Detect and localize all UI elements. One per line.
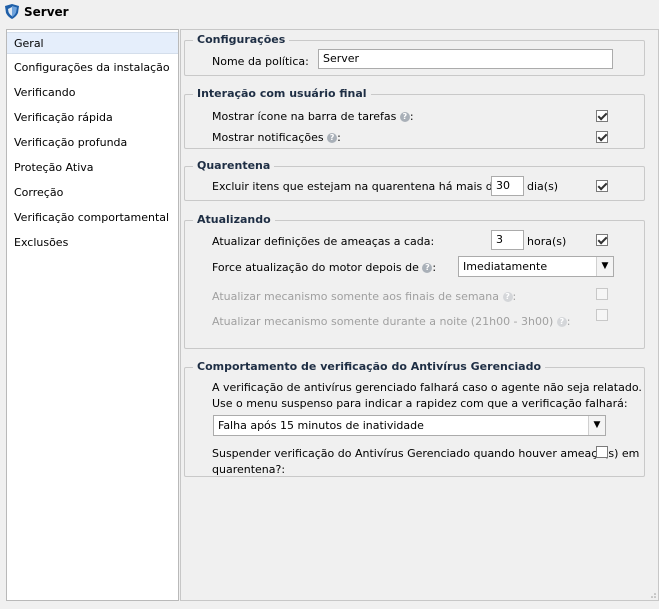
sidebar-item-geral[interactable]: Geral [7,32,178,54]
weekends-only-checkbox [596,288,608,300]
force-engine-update-label: Force atualização do motor depois de ?: [212,261,436,274]
show-tray-icon-suffix: : [409,110,414,123]
sidebar-item-verificacao-profunda[interactable]: Verificação profunda [7,132,178,154]
suspend-scan-label-line1: Suspender verificação do Antivírus Geren… [212,447,640,460]
show-tray-icon-checkbox[interactable] [596,110,608,122]
managed-av-description-line2: Use o menu suspenso para indicar a rapid… [212,397,628,410]
group-configuracoes: Configurações Nome da política: Server [184,33,645,76]
sidebar-item-verificando[interactable]: Verificando [7,82,178,104]
weekends-only-label: Atualizar mecanismo somente aos finais d… [212,290,516,303]
settings-sidebar: Geral Configurações da instalação Verifi… [6,29,179,601]
update-definitions-unit: hora(s) [527,235,567,248]
chevron-down-icon[interactable]: ▼ [588,416,605,435]
group-configuracoes-title: Configurações [193,33,290,46]
weekends-only-suffix: : [512,290,517,303]
show-notifications-suffix: : [337,131,341,144]
night-only-label: Atualizar mecanismo somente durante a no… [212,315,571,328]
force-engine-update-suffix: : [432,261,437,274]
help-icon: ? [556,317,567,327]
show-tray-icon-label: Mostrar ícone na barra de tarefas ?: [212,110,414,123]
suspend-scan-checkbox[interactable] [596,446,608,458]
window-title: Server [24,5,69,19]
help-icon[interactable]: ? [422,263,433,273]
sidebar-item-correcao[interactable]: Correção [7,182,178,204]
help-icon[interactable]: ? [327,133,338,143]
quarantine-days-input[interactable]: 30 [491,176,524,196]
shield-logo-icon [5,4,19,19]
group-interacao-title: Interação com usuário final [193,87,371,100]
night-only-suffix: : [566,315,571,328]
managed-av-description-line1: A verificação de antivírus gerenciado fa… [212,381,642,394]
help-icon[interactable]: ? [399,112,410,122]
weekends-only-text: Atualizar mecanismo somente aos finais d… [212,290,500,303]
show-notifications-checkbox[interactable] [596,131,608,143]
quarantine-days-unit: dia(s) [527,180,559,193]
force-engine-update-dropdown[interactable]: Imediatamente ▼ [458,256,614,277]
sidebar-item-configuracoes-instalacao[interactable]: Configurações da instalação [7,57,178,79]
group-interacao: Interação com usuário final Mostrar ícon… [184,87,645,149]
update-definitions-label: Atualizar definições de ameaças a cada: [212,235,435,248]
group-atualizando: Atualizando Atualizar definições de amea… [184,213,645,349]
help-icon: ? [502,292,513,302]
settings-panel: Configurações Nome da política: Server I… [180,29,659,601]
title-bar: Server [0,0,659,24]
update-definitions-hours-input[interactable]: 3 [491,230,524,250]
policy-name-label: Nome da política: [212,55,309,68]
update-definitions-checkbox[interactable] [596,234,608,246]
group-quarentena: Quarentena Excluir itens que estejam na … [184,159,645,201]
managed-av-fail-dropdown[interactable]: Falha após 15 minutos de inatividade ▼ [213,415,606,436]
sidebar-item-protecao-ativa[interactable]: Proteção Ativa [7,157,178,179]
night-only-checkbox [596,309,608,321]
group-atualizando-title: Atualizando [193,213,275,226]
chevron-down-icon[interactable]: ▼ [596,257,613,276]
resize-grip-icon[interactable] [648,590,656,598]
group-quarentena-title: Quarentena [193,159,275,172]
quarantine-exclude-label: Excluir itens que estejam na quarentena … [212,180,504,193]
show-tray-icon-text: Mostrar ícone na barra de tarefas [212,110,397,123]
policy-name-input[interactable]: Server [318,49,613,69]
group-comportamento-title: Comportamento de verificação do Antivíru… [193,360,546,373]
night-only-text: Atualizar mecanismo somente durante a no… [212,315,554,328]
force-engine-update-value: Imediatamente [463,260,548,273]
managed-av-fail-value: Falha após 15 minutos de inatividade [218,419,424,432]
sidebar-item-verificacao-comportamental[interactable]: Verificação comportamental [7,207,178,229]
quarantine-exclude-checkbox[interactable] [596,180,608,192]
group-comportamento: Comportamento de verificação do Antivíru… [184,360,645,477]
show-notifications-label: Mostrar notificações ?: [212,131,341,144]
sidebar-item-verificacao-rapida[interactable]: Verificação rápida [7,107,178,129]
suspend-scan-label-line2: quarentena?: [212,463,286,476]
show-notifications-text: Mostrar notificações [212,131,324,144]
force-engine-update-text: Force atualização do motor depois de [212,261,419,274]
sidebar-item-exclusoes[interactable]: Exclusões [7,232,178,254]
